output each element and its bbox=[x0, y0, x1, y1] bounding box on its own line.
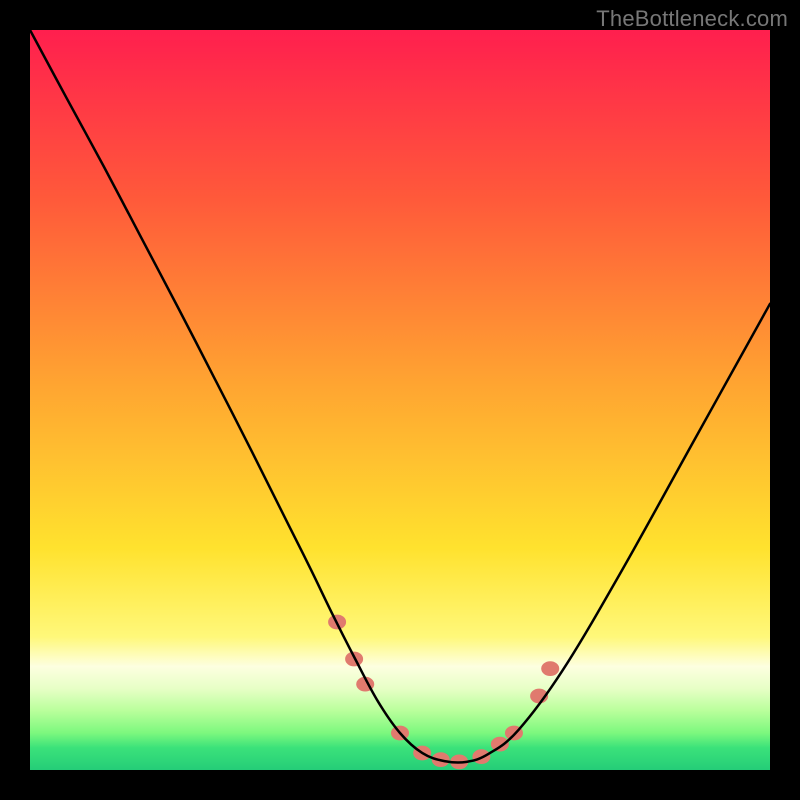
curve-line bbox=[30, 30, 770, 763]
curve-layer bbox=[30, 30, 770, 770]
curve-markers bbox=[328, 615, 559, 770]
curve-marker bbox=[491, 737, 509, 752]
watermark-text: TheBottleneck.com bbox=[596, 6, 788, 32]
plot-area bbox=[30, 30, 770, 770]
chart-stage: TheBottleneck.com bbox=[0, 0, 800, 800]
curve-marker bbox=[541, 661, 559, 676]
